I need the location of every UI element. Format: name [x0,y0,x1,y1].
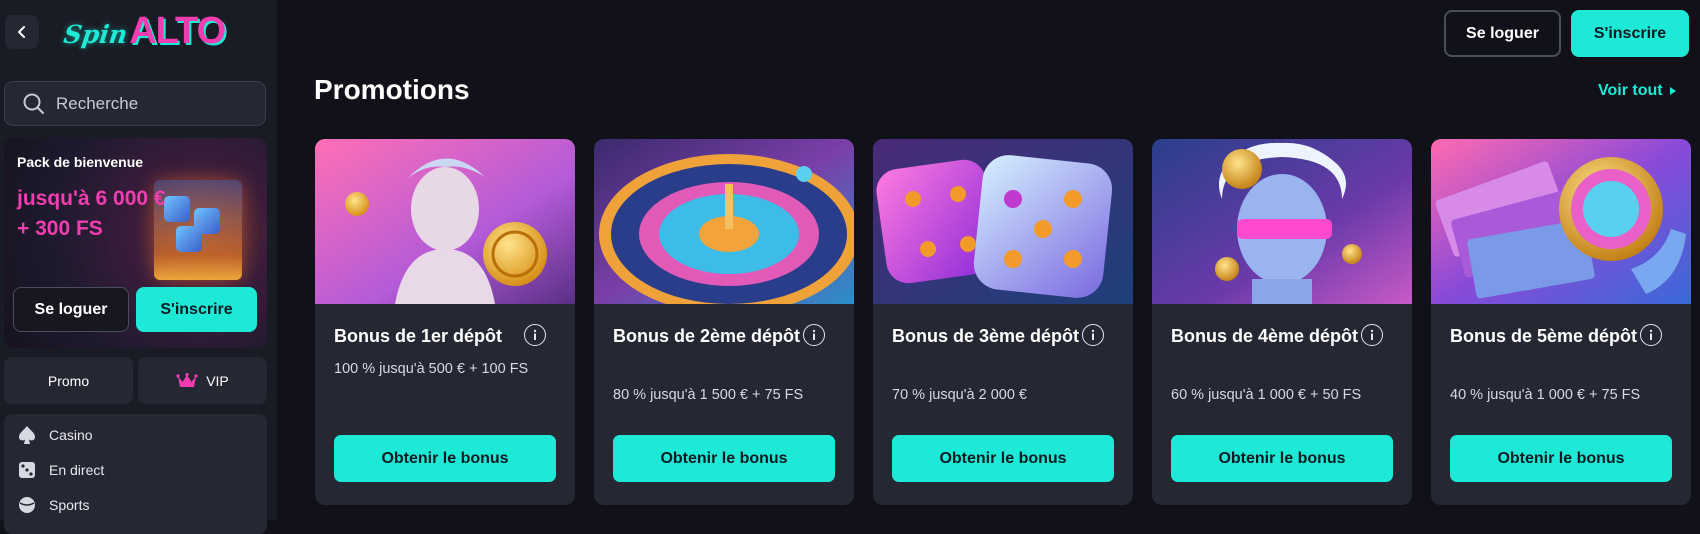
chevron-left-icon [15,25,29,39]
sidebar-nav: Casino En direct Sports [4,414,267,534]
get-bonus-button[interactable]: Obtenir le bonus [1171,435,1393,482]
promo-card-description: 70 % jusqu'à 2 000 € [892,387,1027,403]
see-all-link[interactable]: Voir tout [1598,82,1677,100]
get-bonus-button[interactable]: Obtenir le bonus [1450,435,1672,482]
promo-card-title: Bonus de 4ème dépôt [1171,326,1359,346]
header-login-button[interactable]: Se loguer [1444,10,1561,57]
sidebar-item-label: Sports [49,497,90,513]
promo-card-image [594,139,854,304]
promo-card-description: 80 % jusqu'à 1 500 € + 75 FS [613,387,804,403]
sidebar-item-label: En direct [49,462,105,478]
logo-alto-text: ALTO [129,10,226,52]
vip-button[interactable]: VIP [138,357,267,404]
sidebar-item-sports[interactable]: Sports [16,494,89,516]
promo-card-image [315,139,575,304]
welcome-pack-banner[interactable]: Pack de bienvenue jusqu'à 6 000 € + 300 … [4,138,267,348]
promo-button[interactable]: Promo [4,357,133,404]
promo-card-title: Bonus de 3ème dépôt [892,326,1080,346]
get-bonus-button[interactable]: Obtenir le bonus [892,435,1114,482]
search-placeholder: Recherche [56,93,139,113]
brand-logo[interactable]: Spin ALTO [61,10,226,54]
sidebar-item-live[interactable]: En direct [16,459,104,481]
section-title: Promotions [314,74,470,105]
logo-spin-text: Spin [61,20,130,49]
promo-card[interactable]: Bonus de 3ème dépôt 70 % jusqu'à 2 000 €… [873,139,1133,505]
get-bonus-button[interactable]: Obtenir le bonus [334,435,556,482]
welcome-pack-amount: jusqu'à 6 000 € + 300 FS [17,187,166,240]
promo-card[interactable]: Bonus de 2ème dépôt 80 % jusqu'à 1 500 €… [594,139,854,505]
sidebar-item-label: Casino [49,427,93,443]
vip-label: VIP [206,372,229,389]
info-icon[interactable] [524,324,546,346]
collapse-sidebar-button[interactable] [5,15,39,49]
header-signup-button[interactable]: S'inscrire [1571,10,1689,57]
promo-label: Promo [47,372,90,389]
sidebar-login-button[interactable]: Se loguer [13,287,129,332]
promo-card-title: Bonus de 5ème dépôt [1450,326,1638,346]
crown-icon [176,372,198,390]
promo-card[interactable]: Bonus de 4ème dépôt 60 % jusqu'à 1 000 €… [1152,139,1412,505]
sidebar-item-casino[interactable]: Casino [16,424,93,446]
promo-card-image [1152,139,1412,304]
promo-card-title: Bonus de 1er dépôt [334,326,503,346]
spade-icon [16,424,38,446]
promo-card[interactable]: Bonus de 1er dépôt 100 % jusqu'à 500 € +… [315,139,575,505]
see-all-label: Voir tout [1598,82,1663,99]
search-icon [22,92,46,116]
promo-card-description: 100 % jusqu'à 500 € + 100 FS [334,361,529,377]
promo-card-image [1431,139,1691,304]
info-icon[interactable] [1361,324,1383,346]
dice-icon [16,459,38,481]
info-icon[interactable] [1082,324,1104,346]
promo-card[interactable]: Bonus de 5ème dépôt 40 % jusqu'à 1 000 €… [1431,139,1691,505]
promo-card-image [873,139,1133,304]
sidebar: Spin ALTO Recherche Pack de bienvenue ju… [0,0,277,534]
promo-card-description: 60 % jusqu'à 1 000 € + 50 FS [1171,387,1362,403]
caret-right-icon [1669,86,1677,96]
sidebar-signup-button[interactable]: S'inscrire [136,287,257,332]
get-bonus-button[interactable]: Obtenir le bonus [613,435,835,482]
search-input[interactable]: Recherche [4,81,266,126]
info-icon[interactable] [803,324,825,346]
ball-icon [16,494,38,516]
promo-card-title: Bonus de 2ème dépôt [613,326,801,346]
info-icon[interactable] [1640,324,1662,346]
welcome-pack-title: Pack de bienvenue [17,154,144,170]
promo-card-description: 40 % jusqu'à 1 000 € + 75 FS [1450,387,1641,403]
